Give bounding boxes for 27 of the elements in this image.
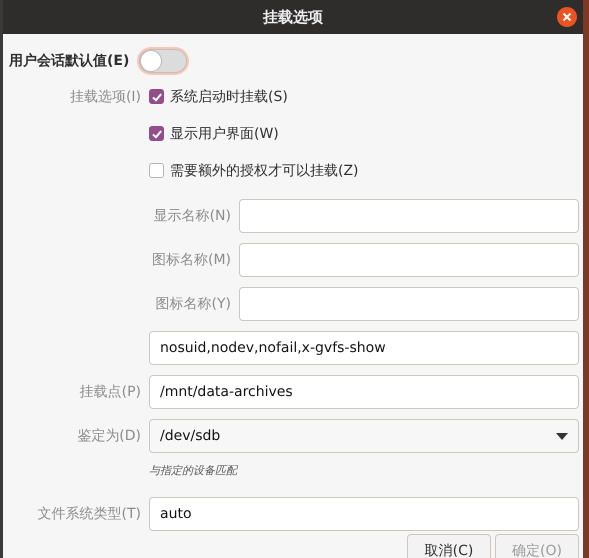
field-label: 鉴定为(D) <box>77 428 141 444</box>
field-label: 图标名称(Y) <box>156 296 231 312</box>
input-field[interactable] <box>239 287 579 321</box>
toggle-switch[interactable] <box>139 49 188 73</box>
checkbox[interactable] <box>149 126 164 141</box>
input-field[interactable] <box>239 243 579 277</box>
checkbox-label[interactable]: 显示用户界面(W) <box>170 124 279 142</box>
input-field[interactable]: /mnt/data-archives <box>149 375 579 409</box>
input-field[interactable] <box>239 199 579 233</box>
dialog-button[interactable]: 取消(C) <box>407 534 491 558</box>
hint-text: 与指定的设备匹配 <box>149 462 237 478</box>
dropdown[interactable]: /dev/sdb <box>149 419 579 453</box>
input-field[interactable]: nosuid,nodev,nofail,x-gvfs-show <box>149 331 579 365</box>
field-label: 文件系统类型(T) <box>38 506 141 522</box>
user-defaults-label: 用户会话默认值(E) <box>9 52 130 70</box>
field-label: 挂载点(P) <box>80 384 141 400</box>
checkbox[interactable] <box>149 89 164 104</box>
field-label: 挂载选项(I) <box>70 88 141 104</box>
window-title: 挂载选项 <box>263 8 323 26</box>
caret-icon <box>556 432 568 440</box>
field-label: 图标名称(M) <box>152 252 231 268</box>
checkbox[interactable] <box>149 163 164 178</box>
checkbox-label[interactable]: 需要额外的授权才可以挂载(Z) <box>170 162 359 180</box>
close-icon[interactable] <box>557 7 577 27</box>
field-label: 显示名称(N) <box>154 208 231 224</box>
checkbox-label[interactable]: 系统启动时挂载(S) <box>170 88 288 106</box>
input-field[interactable]: auto <box>149 497 579 531</box>
